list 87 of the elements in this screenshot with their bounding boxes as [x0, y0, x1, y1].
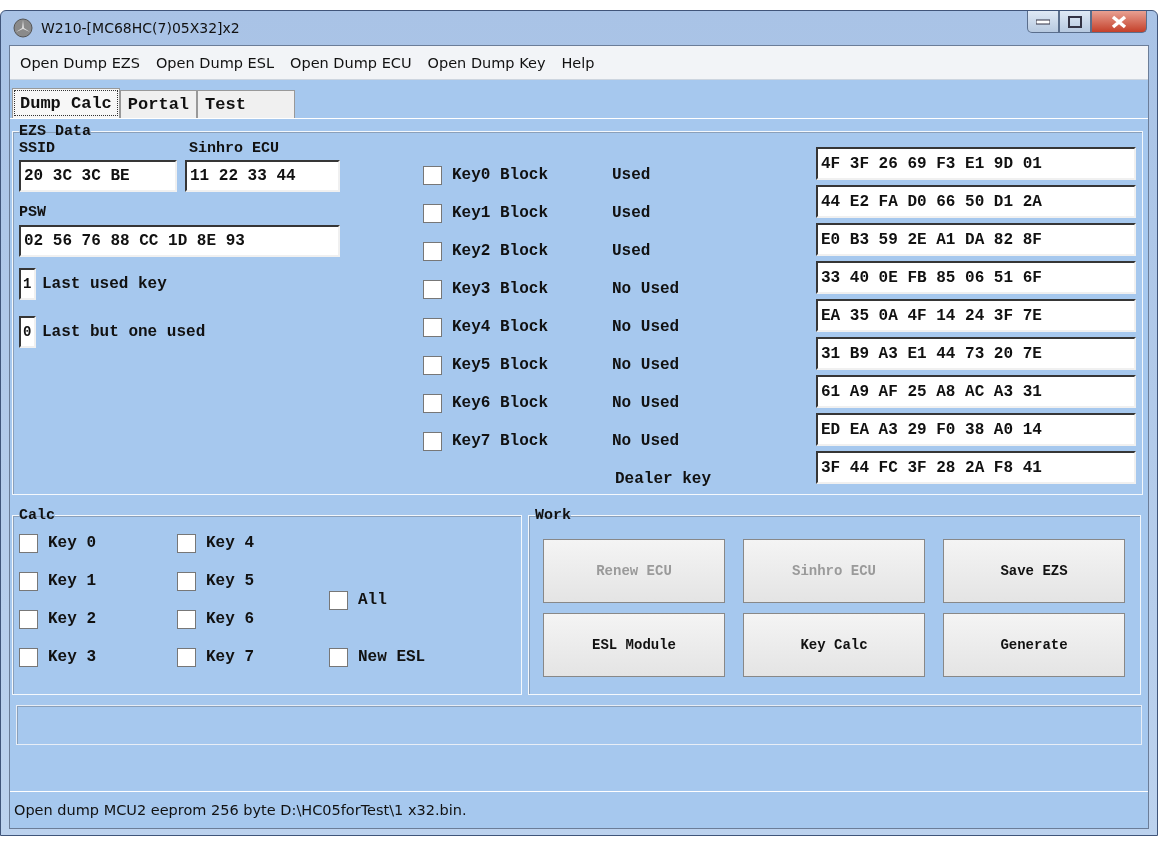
status-label: No Used: [612, 280, 680, 298]
input-field[interactable]: 20 3C 3C BE: [19, 160, 177, 192]
action-button[interactable]: Key Calc: [743, 613, 925, 677]
checkbox[interactable]: [329, 647, 348, 667]
checkbox-label: All: [358, 591, 387, 609]
dealer-key-label: Dealer key: [615, 470, 711, 488]
checkbox-label: Key6 Block: [452, 394, 549, 412]
status-label: No Used: [612, 394, 680, 412]
maximize-button[interactable]: [1059, 11, 1091, 33]
close-icon: [1111, 14, 1127, 29]
hex-field[interactable]: 3F 44 FC 3F 28 2A F8 41: [816, 451, 1136, 484]
minimize-button[interactable]: [1027, 11, 1059, 33]
input-field[interactable]: 1: [19, 268, 36, 300]
field-label: PSW: [19, 204, 47, 221]
checkbox[interactable]: [423, 317, 442, 337]
action-button[interactable]: Generate: [943, 613, 1125, 677]
checkbox-label: Key 0: [48, 534, 96, 552]
field-label: Sinhro ECU: [189, 140, 280, 157]
checkbox[interactable]: [423, 355, 442, 375]
hex-field[interactable]: ED EA A3 29 F0 38 A0 14: [816, 413, 1136, 446]
checkbox[interactable]: [423, 393, 442, 413]
hex-field[interactable]: 31 B9 A3 E1 44 73 20 7E: [816, 337, 1136, 370]
action-button[interactable]: ESL Module: [543, 613, 725, 677]
checkbox[interactable]: [19, 647, 38, 667]
group-title: EZS Data: [19, 123, 91, 140]
checkbox-label: New ESL: [358, 648, 426, 666]
checkbox[interactable]: [329, 590, 348, 610]
close-button[interactable]: [1091, 11, 1147, 33]
checkbox-label: Key4 Block: [452, 318, 549, 336]
checkbox-label: Key 5: [206, 572, 254, 590]
hex-field[interactable]: 4F 3F 26 69 F3 E1 9D 01: [816, 147, 1136, 180]
checkbox[interactable]: [19, 609, 38, 629]
checkbox-label: Key 4: [206, 534, 254, 552]
status-label: Used: [612, 242, 651, 260]
menu-item[interactable]: Open Dump ECU: [283, 54, 419, 71]
input-field[interactable]: 02 56 76 88 CC 1D 8E 93: [19, 225, 340, 257]
hex-field[interactable]: EA 35 0A 4F 14 24 3F 7E: [816, 299, 1136, 332]
checkbox-label: Key 3: [48, 648, 96, 666]
checkbox[interactable]: [423, 165, 442, 185]
maximize-icon: [1068, 15, 1082, 28]
hex-field[interactable]: 44 E2 FA D0 66 50 D1 2A: [816, 185, 1136, 218]
input-field[interactable]: 0: [19, 316, 36, 348]
checkbox[interactable]: [423, 279, 442, 299]
menu-item[interactable]: Open Dump ESL: [148, 54, 281, 71]
checkbox-label: Key0 Block: [452, 166, 549, 184]
status-label: No Used: [612, 432, 680, 450]
checkbox-label: Key7 Block: [452, 432, 549, 450]
status-label: No Used: [612, 318, 680, 336]
checkbox-label: Key 1: [48, 572, 96, 590]
checkbox[interactable]: [177, 533, 196, 553]
hex-field[interactable]: E0 B3 59 2E A1 DA 82 8F: [816, 223, 1136, 256]
checkbox[interactable]: [177, 647, 196, 667]
field-label: Last but one used: [42, 323, 206, 341]
tab[interactable]: Portal: [119, 90, 198, 118]
status-label: Used: [612, 204, 651, 222]
checkbox-label: Key 7: [206, 648, 254, 666]
checkbox[interactable]: [19, 571, 38, 591]
group-title: Work: [535, 507, 571, 524]
checkbox[interactable]: [423, 241, 442, 261]
group-title: Calc: [19, 507, 55, 524]
menu-item[interactable]: Open Dump EZS: [13, 54, 147, 71]
checkbox-label: Key 6: [206, 610, 254, 628]
checkbox-label: Key1 Block: [452, 204, 549, 222]
checkbox-label: Key5 Block: [452, 356, 549, 374]
menu-item[interactable]: Help: [554, 54, 602, 71]
action-button[interactable]: Save EZS: [943, 539, 1125, 603]
window-title: W210-[MC68HC(7)05X32]x2: [41, 20, 240, 36]
checkbox[interactable]: [177, 571, 196, 591]
checkbox-label: Key 2: [48, 610, 96, 628]
tab[interactable]: Dump Calc: [12, 88, 120, 118]
checkbox[interactable]: [423, 431, 442, 451]
tab[interactable]: Test: [197, 90, 296, 118]
checkbox[interactable]: [423, 203, 442, 223]
field-label: SSID: [19, 140, 55, 157]
checkbox-label: Key2 Block: [452, 242, 549, 260]
checkbox[interactable]: [177, 609, 196, 629]
checkbox-label: Key3 Block: [452, 280, 549, 298]
status-label: Used: [612, 166, 651, 184]
status-label: No Used: [612, 356, 680, 374]
input-field[interactable]: 11 22 33 44: [185, 160, 340, 192]
minimize-icon: [1036, 18, 1050, 25]
hex-field[interactable]: 61 A9 AF 25 A8 AC A3 31: [816, 375, 1136, 408]
checkbox[interactable]: [19, 533, 38, 553]
menu-item[interactable]: Open Dump Key: [420, 54, 553, 71]
hex-field[interactable]: 33 40 0E FB 85 06 51 6F: [816, 261, 1136, 294]
app-icon: [13, 18, 33, 38]
field-label: Last used key: [42, 275, 167, 293]
